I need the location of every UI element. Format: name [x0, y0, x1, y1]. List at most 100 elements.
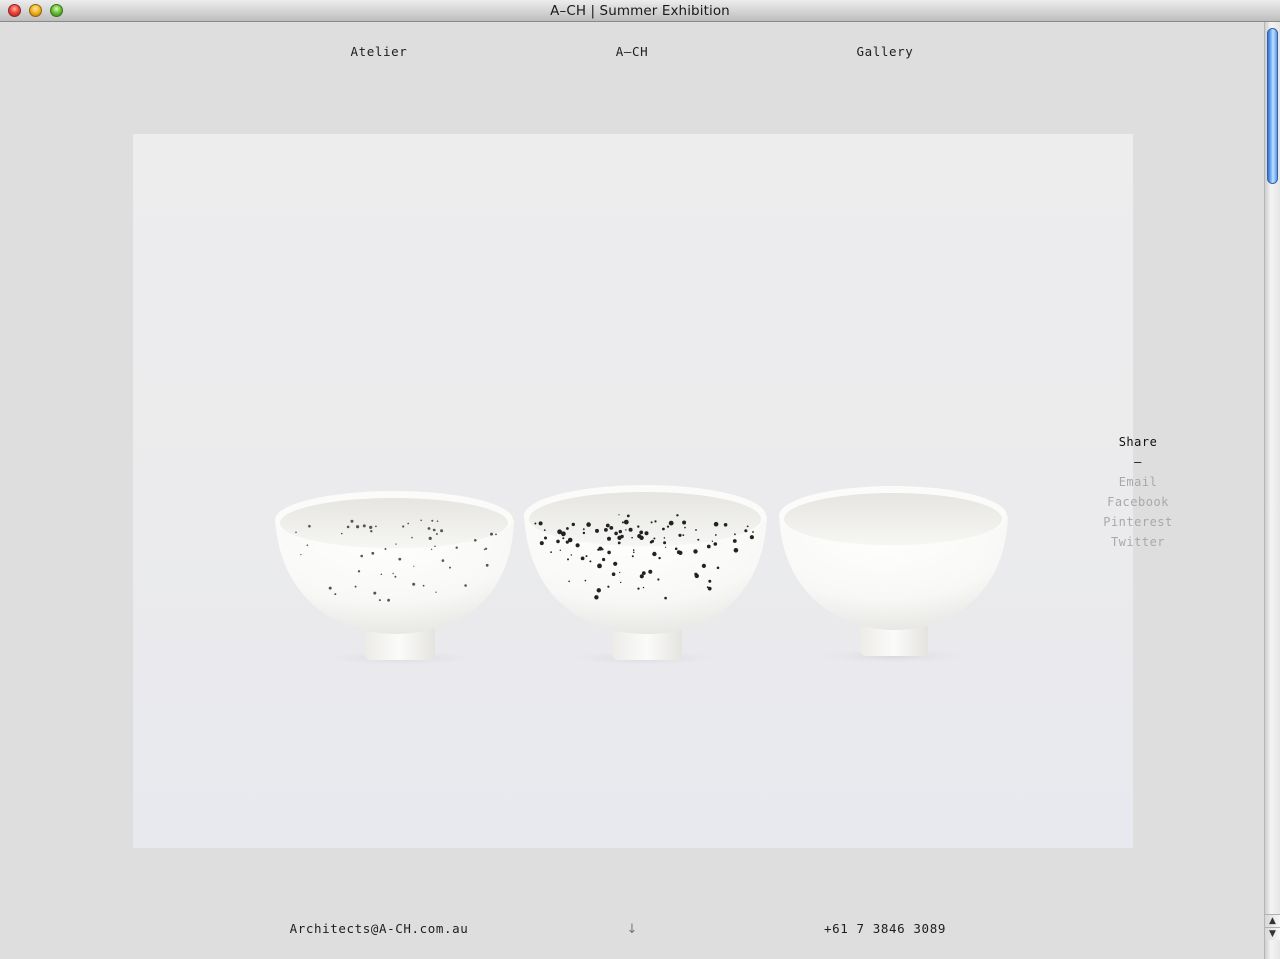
speckle — [334, 593, 337, 596]
speckle — [637, 587, 640, 590]
down-arrow-icon[interactable]: ↓ — [627, 922, 638, 937]
speckle — [433, 528, 436, 532]
speckle — [430, 548, 433, 550]
speckle — [407, 522, 410, 525]
nav-home-logo[interactable]: A–CH — [616, 44, 649, 59]
speckle — [694, 572, 698, 576]
speckle — [676, 514, 679, 517]
speckle — [570, 554, 572, 556]
scrollbar-thumb[interactable] — [1267, 28, 1278, 184]
speckle — [716, 566, 720, 570]
speckle — [567, 537, 573, 543]
contact-email-link[interactable]: Architects@A-CH.com.au — [290, 921, 469, 936]
speckle — [413, 565, 415, 567]
speckle — [625, 522, 627, 524]
speckle — [586, 522, 591, 527]
speckle — [595, 528, 599, 533]
speckle — [495, 533, 497, 536]
speckle — [617, 541, 621, 545]
share-twitter-link[interactable]: Twitter — [1103, 532, 1173, 552]
speckle — [639, 574, 644, 579]
speckle — [371, 551, 375, 555]
share-panel: Share – Email Facebook Pinterest Twitter — [1103, 432, 1173, 552]
speckle — [684, 526, 686, 529]
speckle — [650, 521, 653, 524]
speckle — [306, 544, 309, 546]
speckle — [631, 555, 634, 558]
nav-atelier[interactable]: Atelier — [351, 44, 408, 59]
speckle — [435, 591, 437, 593]
speckle — [706, 586, 709, 589]
speckle — [308, 524, 311, 528]
speckle — [435, 533, 438, 535]
speckle — [597, 563, 602, 569]
speckle — [567, 558, 569, 561]
speckle — [693, 549, 698, 554]
speckle — [392, 572, 394, 575]
contact-phone[interactable]: +61 7 3846 3089 — [824, 921, 946, 936]
speckle — [746, 525, 749, 528]
speckle — [455, 546, 458, 549]
speckle — [654, 520, 657, 523]
speckle — [613, 561, 618, 566]
hero-photo — [133, 134, 1133, 848]
speckle — [485, 547, 488, 550]
speckle — [398, 557, 402, 561]
speckle — [380, 573, 383, 576]
speckle — [436, 520, 439, 522]
speckle — [566, 527, 569, 530]
vertical-scrollbar[interactable]: ▲ ▼ — [1264, 22, 1280, 959]
speckle — [653, 537, 656, 540]
share-pinterest-link[interactable]: Pinterest — [1103, 512, 1173, 532]
speckle — [732, 539, 737, 543]
speckle — [422, 584, 425, 587]
scroll-up-arrow-icon[interactable]: ▲ — [1265, 914, 1280, 927]
speckle — [618, 529, 622, 534]
speckle — [582, 528, 585, 531]
speckle — [485, 563, 489, 567]
speckle — [602, 558, 605, 561]
speckle — [620, 534, 624, 539]
speckle — [618, 514, 620, 516]
speckle — [341, 532, 343, 535]
speckle — [490, 532, 493, 536]
speckle — [746, 530, 748, 532]
speckle — [682, 522, 685, 524]
speckle — [394, 575, 397, 578]
speckle — [589, 560, 592, 563]
speckle — [619, 571, 621, 574]
scroll-down-arrow-icon[interactable]: ▼ — [1265, 927, 1280, 940]
speckle — [378, 599, 381, 602]
speckle — [631, 536, 633, 539]
speckle — [628, 527, 633, 532]
speckle — [557, 529, 562, 535]
share-email-link[interactable]: Email — [1103, 472, 1173, 492]
speckle — [714, 534, 717, 536]
speckle — [657, 578, 660, 581]
speckle — [354, 585, 357, 588]
speckle — [713, 542, 718, 546]
speckle — [387, 598, 390, 602]
speckle — [611, 572, 616, 576]
speckle — [723, 523, 728, 527]
speckle — [665, 546, 667, 548]
speckle — [559, 549, 561, 551]
speckle — [300, 554, 302, 556]
speckle — [373, 591, 377, 595]
speckle — [420, 519, 423, 522]
speckle — [543, 529, 546, 531]
speckle — [682, 534, 685, 536]
speckle — [658, 556, 661, 560]
speckle — [411, 536, 413, 539]
speckle — [648, 569, 653, 574]
nav-gallery[interactable]: Gallery — [857, 44, 914, 59]
speckle — [582, 531, 586, 535]
speckle — [562, 537, 565, 540]
speckle — [639, 530, 644, 535]
speckle — [663, 537, 666, 539]
share-facebook-link[interactable]: Facebook — [1103, 492, 1173, 512]
speckle — [575, 543, 580, 548]
speckle — [633, 551, 635, 554]
speckle — [601, 548, 604, 551]
speckle — [375, 525, 377, 528]
